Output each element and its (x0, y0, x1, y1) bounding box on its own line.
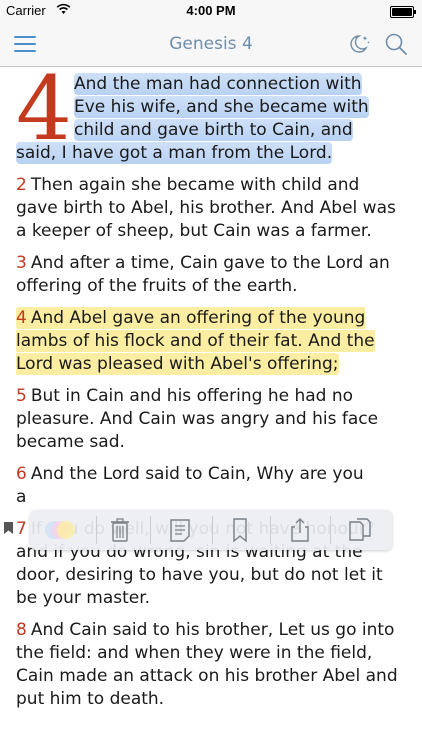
chapter-drop-cap: 4 (16, 67, 72, 160)
note-icon[interactable] (166, 516, 194, 544)
bookmark-icon[interactable] (226, 516, 254, 544)
verse-number: 7 (16, 519, 27, 539)
verse-text: And Cain said to his brother, Let us go … (16, 620, 398, 709)
share-icon[interactable] (286, 516, 314, 544)
search-icon[interactable] (383, 31, 409, 57)
verse-6[interactable]: 6 And the Lord said to Cain, Why are you … (0, 463, 422, 509)
moon-stars-icon[interactable] (346, 32, 372, 56)
toolbar-divider (150, 516, 151, 544)
battery-icon (390, 6, 416, 18)
verse-action-toolbar (30, 510, 392, 550)
verse-1-line-2: Eve his wife, and she became with (74, 96, 369, 118)
highlight-color-icon[interactable] (40, 516, 80, 544)
toolbar-divider (96, 516, 97, 544)
status-bar: Carrier 4:00 PM (0, 0, 422, 22)
trash-icon[interactable] (106, 516, 134, 544)
verse-text: And after a time, Cain gave to the Lord … (16, 253, 390, 296)
copy-icon[interactable] (346, 516, 374, 544)
verse-number: 2 (16, 175, 27, 195)
verse-number: 8 (16, 620, 27, 640)
status-time: 4:00 PM (186, 3, 236, 18)
verse-2[interactable]: 2 Then again she became with child and ga… (0, 174, 422, 243)
verse-number: 6 (16, 464, 27, 484)
verse-1-line-3: child and gave birth to Cain, and (74, 119, 353, 141)
verse-3[interactable]: 3 And after a time, Cain gave to the Lord… (0, 252, 422, 298)
verse-text: Then again she became with child and gav… (16, 175, 396, 241)
toolbar-divider (212, 516, 213, 544)
verse-text: And Abel gave an offering of the young l… (16, 308, 375, 374)
verse-4[interactable]: 4 And Abel gave an offering of the young … (0, 307, 422, 376)
bookmark-marker-icon (4, 522, 13, 534)
verse-text: And the Lord said to Cain, Why are you (30, 464, 364, 484)
verse-1-line-1: And the man had connection with (74, 73, 362, 95)
verse-number: 3 (16, 253, 27, 273)
toolbar-divider (330, 516, 331, 544)
verse-number: 5 (16, 386, 27, 406)
verse-5[interactable]: 5 But in Cain and his offering he had no … (0, 385, 422, 454)
toolbar-divider (270, 516, 271, 544)
chapter-content[interactable]: 4 And the man had connection with Eve hi… (0, 67, 422, 750)
verse-8[interactable]: 8 And Cain said to his brother, Let us go… (0, 619, 422, 711)
nav-bar: Genesis 4 (0, 22, 422, 67)
verse-text: But in Cain and his offering he had no p… (16, 386, 379, 452)
verse-number: 4 (16, 308, 27, 328)
verse-text-partial: a (16, 487, 27, 507)
